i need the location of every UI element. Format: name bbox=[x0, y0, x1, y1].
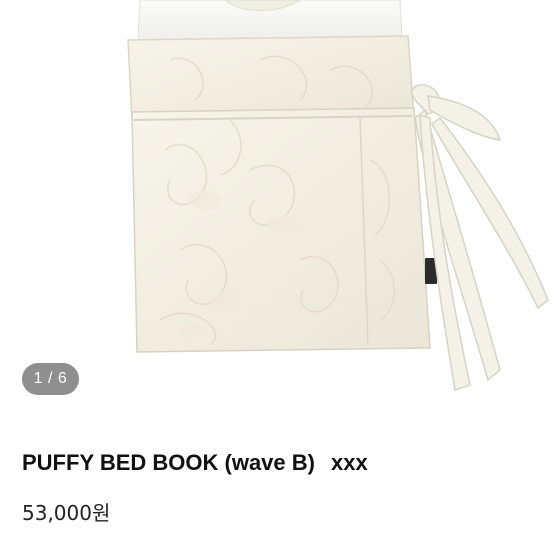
product-image-gallery[interactable]: 1 / 6 bbox=[0, 0, 554, 420]
brand-tag: xxx bbox=[330, 450, 368, 475]
product-photo bbox=[127, 0, 549, 391]
product-title: PUFFY BED BOOK (wave B) bbox=[22, 450, 315, 475]
page-indicator: 1 / 6 bbox=[22, 363, 79, 395]
product-title-row: PUFFY BED BOOK (wave B) xxx bbox=[22, 450, 368, 476]
product-price: 53,000원 bbox=[22, 501, 111, 525]
